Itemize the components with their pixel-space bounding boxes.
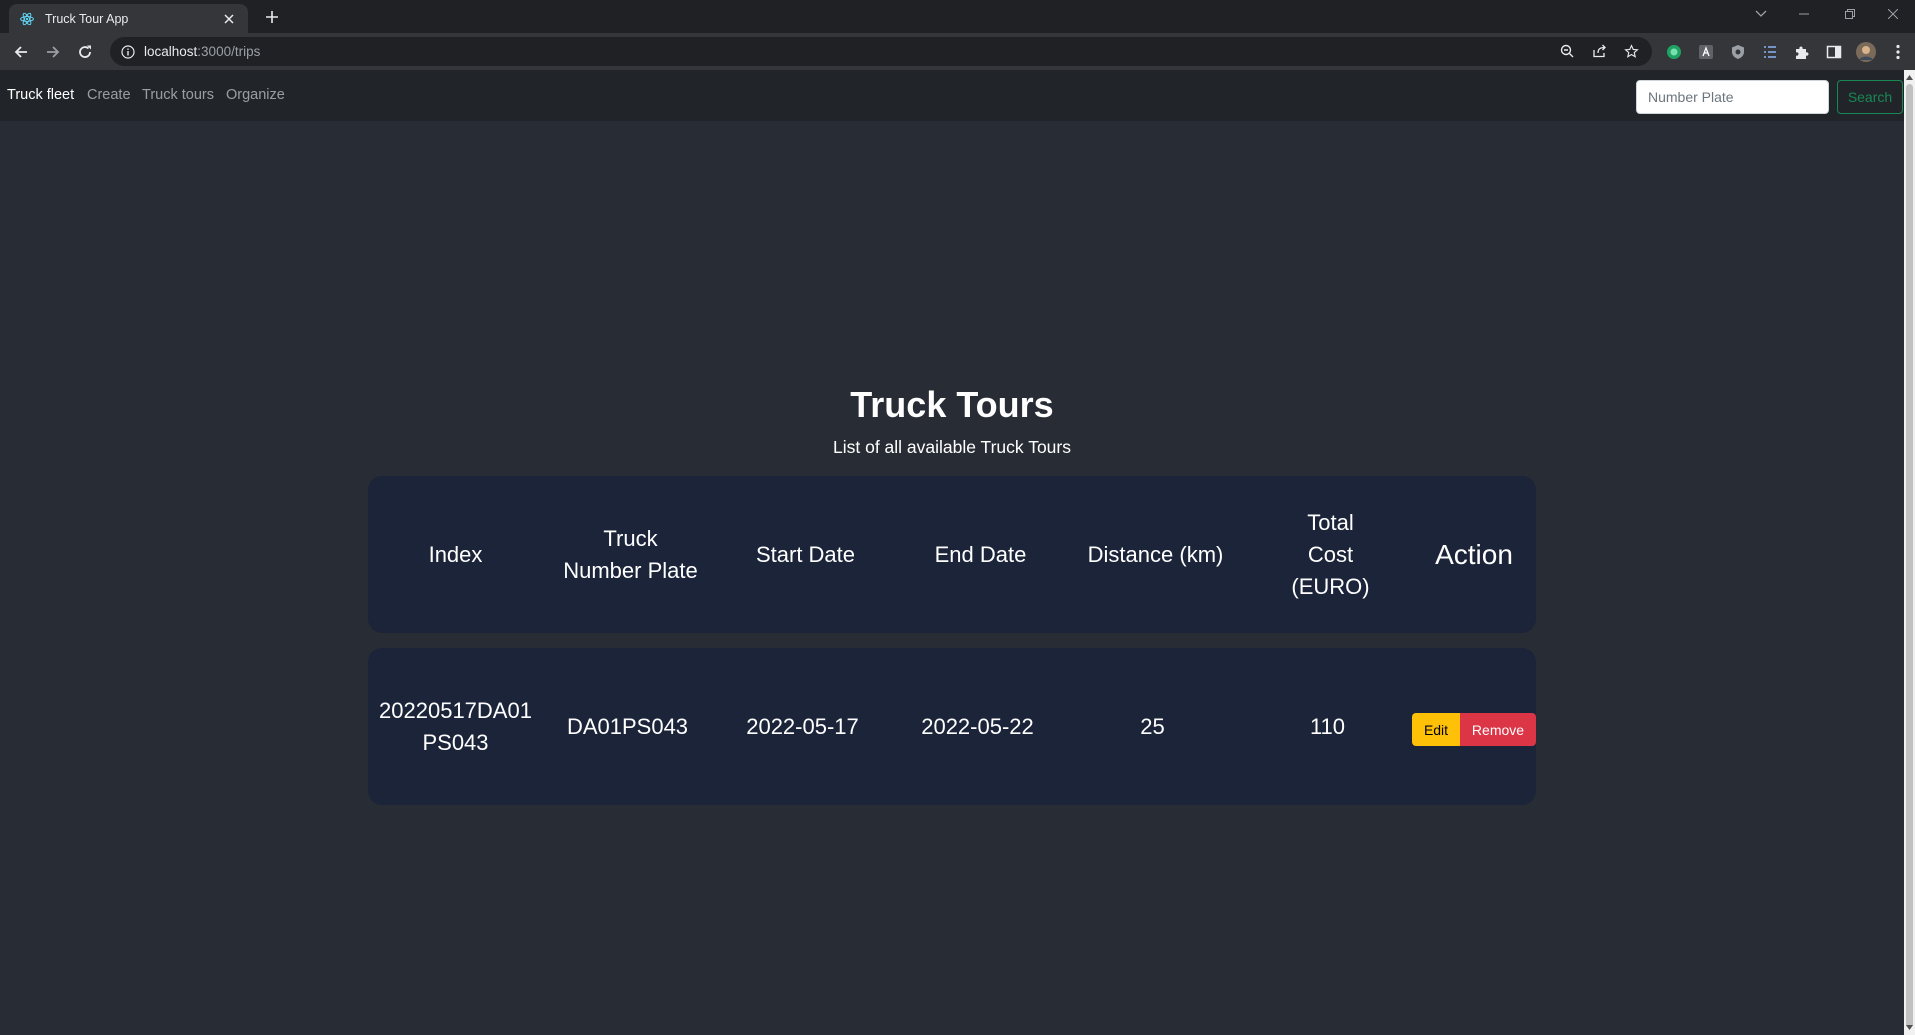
tab-search-chevron-icon[interactable] (1739, 0, 1783, 28)
profile-avatar[interactable] (1855, 41, 1877, 63)
edit-button[interactable]: Edit (1412, 713, 1460, 746)
number-plate-search-input[interactable] (1636, 80, 1829, 114)
column-header-index: Index (428, 541, 483, 567)
extension-list-icon[interactable] (1759, 41, 1781, 63)
column-header-number-plate: Truck Number Plate (563, 525, 698, 583)
close-icon[interactable] (220, 10, 238, 28)
cell-end-date: 2022-05-22 (921, 713, 1034, 739)
address-bar[interactable]: localhost:3000/trips (110, 37, 1652, 66)
nav-link-organize[interactable]: Organize (226, 87, 285, 103)
react-favicon-icon (19, 11, 35, 27)
column-header-distance: Distance (km) (1087, 541, 1224, 567)
table-row: 20220517DA01PS043 DA01PS043 2022-05-17 2… (368, 648, 1536, 805)
app-navbar: Truck fleet Create Truck tours Organize … (0, 70, 1904, 121)
page-subtitle: List of all available Truck Tours (833, 437, 1071, 457)
restore-icon[interactable] (1828, 0, 1872, 28)
share-icon[interactable] (1588, 40, 1610, 62)
remove-button[interactable]: Remove (1460, 713, 1536, 746)
star-icon[interactable] (1620, 40, 1642, 62)
puzzle-icon[interactable] (1791, 41, 1813, 63)
url-text: localhost:3000/trips (144, 44, 260, 59)
extension-green-icon[interactable] (1663, 41, 1685, 63)
browser-tab-strip: Truck Tour App (0, 0, 1915, 33)
tab-title: Truck Tour App (45, 11, 129, 26)
zoom-icon[interactable] (1556, 40, 1578, 62)
forward-icon[interactable] (39, 38, 67, 66)
column-header-action: Action (1435, 538, 1513, 570)
column-header-end-date: End Date (934, 541, 1027, 567)
nav-link-create[interactable]: Create (87, 87, 131, 103)
extension-a-icon[interactable] (1695, 41, 1717, 63)
minimize-icon[interactable] (1782, 0, 1826, 28)
info-icon[interactable] (120, 44, 136, 60)
column-header-total-cost: Total Cost (EURO) (1291, 509, 1370, 599)
table-header: Index Truck Number Plate Start Date End … (368, 476, 1536, 633)
cell-distance: 25 (1140, 713, 1165, 739)
page-title: Truck Tours (850, 384, 1054, 425)
cell-number-plate: DA01PS043 (566, 713, 689, 739)
url-path: :3000/trips (197, 44, 261, 59)
scrollbar-thumb[interactable] (1906, 84, 1913, 1028)
sidepanel-icon[interactable] (1823, 41, 1845, 63)
menu-dots-icon[interactable] (1887, 41, 1909, 63)
browser-toolbar: localhost:3000/trips (0, 33, 1915, 70)
url-host: localhost (144, 44, 198, 59)
page-scrollbar[interactable] (1904, 70, 1915, 1035)
column-header-start-date: Start Date (755, 541, 856, 567)
nav-link-truck-tours[interactable]: Truck tours (142, 87, 214, 103)
cell-index: 20220517DA01PS043 (379, 697, 532, 755)
navbar-brand[interactable]: Truck fleet (7, 87, 74, 103)
back-icon[interactable] (7, 38, 35, 66)
cell-start-date: 2022-05-17 (746, 713, 859, 739)
scroll-up-arrow-icon[interactable] (1906, 72, 1913, 82)
plus-icon[interactable] (261, 6, 283, 28)
window-close-icon[interactable] (1871, 0, 1915, 28)
search-button[interactable]: Search (1837, 80, 1903, 114)
browser-tab[interactable]: Truck Tour App (9, 4, 248, 33)
reload-icon[interactable] (71, 38, 99, 66)
scroll-down-arrow-icon[interactable] (1906, 1022, 1913, 1032)
extension-shield-icon[interactable] (1727, 41, 1749, 63)
cell-total-cost: 110 (1309, 713, 1346, 739)
